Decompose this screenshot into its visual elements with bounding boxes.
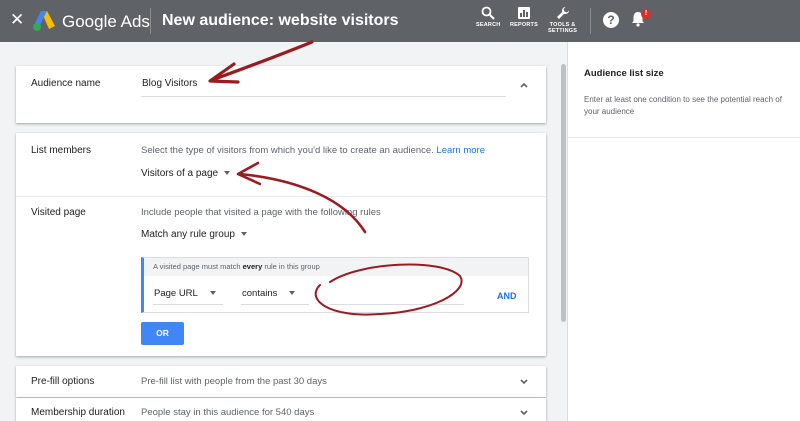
rule-group-box: A visited page must match every rule in … <box>141 257 529 313</box>
scrollbar[interactable] <box>561 64 566 322</box>
list-members-label: List members <box>31 145 92 156</box>
chevron-down-icon[interactable] <box>519 377 529 387</box>
help-icon[interactable]: ? <box>603 12 619 28</box>
learn-more-link[interactable]: Learn more <box>436 145 485 156</box>
search-label: SEARCH <box>476 22 501 28</box>
page-title: New audience: website visitors <box>162 12 399 29</box>
tools-label: TOOLS & SETTINGS <box>548 22 578 34</box>
rule-field-dropdown[interactable]: Page URL <box>153 285 223 305</box>
chevron-down-icon[interactable] <box>519 408 529 418</box>
audience-name-input[interactable]: Blog Visitors <box>141 75 506 97</box>
prefill-label: Pre-fill options <box>31 376 95 387</box>
membership-card[interactable]: Membership duration People stay in this … <box>16 398 546 421</box>
dropdown-caret-icon <box>240 232 247 237</box>
visited-page-description: Include people that visited a page with … <box>141 207 381 218</box>
visited-page-label: Visited page <box>31 207 86 218</box>
prefill-card[interactable]: Pre-fill options Pre-fill list with peop… <box>16 366 546 397</box>
list-members-description: Select the type of visitors from which y… <box>141 145 486 156</box>
google-ads-logo <box>33 11 55 31</box>
divider <box>16 196 546 197</box>
list-members-card: List members Select the type of visitors… <box>16 133 546 356</box>
chevron-up-icon[interactable] <box>519 80 529 90</box>
dropdown-caret-icon <box>209 291 216 296</box>
audience-size-title: Audience list size <box>584 68 664 79</box>
visitor-type-dropdown[interactable]: Visitors of a page <box>141 168 231 179</box>
membership-label: Membership duration <box>31 407 125 418</box>
tools-settings-tool[interactable]: TOOLS & SETTINGS <box>548 6 577 34</box>
search-tool[interactable]: SEARCH <box>476 6 500 28</box>
rule-value-input[interactable] <box>330 285 464 305</box>
divider <box>568 137 800 138</box>
close-icon[interactable]: ✕ <box>10 11 24 29</box>
prefill-summary: Pre-fill list with people from the past … <box>141 376 327 387</box>
and-button[interactable]: AND <box>497 291 517 301</box>
divider <box>150 8 151 34</box>
audience-size-hint: Enter at least one condition to see the … <box>584 95 782 116</box>
rule-group-dropdown[interactable]: Match any rule group <box>141 229 247 240</box>
audience-size-panel: Audience list size Enter at least one co… <box>567 42 800 421</box>
rule-group-header: A visited page must match every rule in … <box>144 258 528 276</box>
wrench-icon <box>556 7 569 19</box>
reports-label: REPORTS <box>510 22 538 28</box>
search-icon <box>481 6 495 20</box>
audience-name-label: Audience name <box>31 78 101 89</box>
or-button[interactable]: OR <box>141 322 184 345</box>
dropdown-caret-icon <box>224 171 231 176</box>
top-bar: ✕ Google Ads New audience: website visit… <box>0 0 800 42</box>
divider <box>590 8 591 34</box>
notification-badge: ! <box>641 9 651 19</box>
reports-tool[interactable]: REPORTS <box>510 6 538 28</box>
membership-summary: People stay in this audience for 540 day… <box>141 407 315 418</box>
dropdown-caret-icon <box>289 291 296 296</box>
audience-name-card: Audience name Blog Visitors <box>16 66 546 123</box>
brand-name: Google Ads <box>62 12 150 31</box>
reports-icon <box>518 7 530 19</box>
rule-operator-dropdown[interactable]: contains <box>241 285 309 305</box>
